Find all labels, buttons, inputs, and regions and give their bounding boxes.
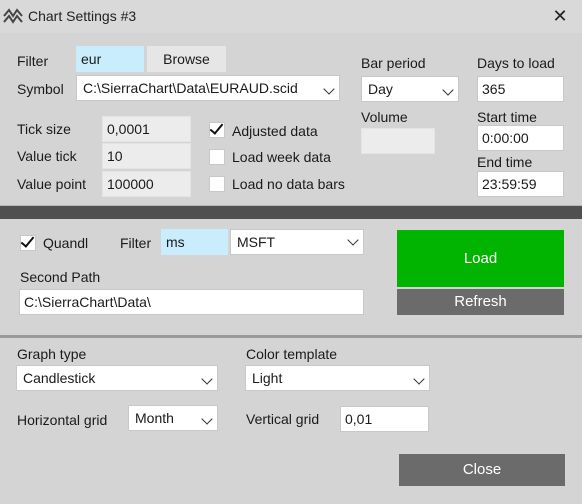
graph-type-label: Graph type bbox=[17, 346, 87, 362]
vertical-grid-input[interactable]: 0,01 bbox=[340, 406, 429, 432]
quandl-symbol-value: MSFT bbox=[237, 234, 276, 250]
load-button[interactable]: Load bbox=[397, 230, 564, 287]
load-no-data-bars-checkbox[interactable] bbox=[209, 176, 225, 192]
value-tick-input[interactable]: 10 bbox=[102, 143, 191, 169]
app-logo-icon bbox=[3, 8, 23, 24]
bar-period-select[interactable]: Day bbox=[361, 76, 459, 102]
adjusted-data-label: Adjusted data bbox=[232, 123, 318, 139]
quandl-symbol-select[interactable]: MSFT bbox=[230, 229, 364, 255]
window-title: Chart Settings #3 bbox=[28, 8, 137, 24]
color-template-label: Color template bbox=[246, 346, 338, 362]
days-to-load-label: Days to load bbox=[477, 55, 555, 71]
horizontal-grid-label: Horizontal grid bbox=[17, 412, 108, 428]
quandl-checkbox[interactable] bbox=[20, 233, 36, 251]
chevron-down-icon bbox=[347, 234, 359, 246]
second-path-input[interactable]: C:\SierraChart\Data\ bbox=[19, 289, 364, 315]
start-time-input[interactable]: 0:00:00 bbox=[477, 125, 564, 151]
symbol-select[interactable]: C:\SierraChart\Data\EURAUD.scid bbox=[76, 75, 340, 101]
volume-input[interactable] bbox=[361, 128, 435, 154]
second-path-label: Second Path bbox=[20, 269, 101, 285]
chevron-down-icon bbox=[201, 413, 213, 425]
end-time-input[interactable]: 23:59:59 bbox=[477, 171, 564, 197]
end-time-label: End time bbox=[477, 154, 533, 170]
bar-period-label: Bar period bbox=[361, 55, 426, 71]
filter-input[interactable]: eur bbox=[76, 46, 144, 72]
value-tick-label: Value tick bbox=[17, 148, 77, 164]
title-bar: Chart Settings #3 ✕ bbox=[0, 0, 582, 33]
close-button[interactable]: Close bbox=[399, 454, 565, 486]
value-point-label: Value point bbox=[17, 176, 87, 192]
start-time-label: Start time bbox=[477, 109, 537, 125]
checkmark-icon bbox=[20, 233, 35, 248]
checkmark-icon bbox=[209, 120, 224, 135]
quandl-filter-input[interactable]: ms bbox=[161, 229, 228, 255]
horizontal-grid-value: Month bbox=[135, 410, 174, 426]
color-template-value: Light bbox=[252, 370, 283, 386]
section-divider bbox=[0, 206, 582, 219]
value-point-input[interactable]: 100000 bbox=[102, 171, 191, 197]
quandl-label: Quandl bbox=[43, 235, 89, 251]
load-no-data-bars-label: Load no data bars bbox=[232, 176, 345, 192]
tick-size-label: Tick size bbox=[17, 121, 71, 137]
filter-label: Filter bbox=[17, 53, 49, 69]
vertical-grid-label: Vertical grid bbox=[246, 411, 320, 427]
horizontal-grid-select[interactable]: Month bbox=[128, 405, 218, 431]
chevron-down-icon bbox=[323, 83, 335, 95]
color-template-select[interactable]: Light bbox=[245, 365, 430, 391]
chevron-down-icon bbox=[413, 373, 425, 385]
chevron-down-icon bbox=[442, 84, 454, 96]
symbol-label: Symbol bbox=[17, 81, 64, 97]
graph-type-select[interactable]: Candlestick bbox=[16, 365, 218, 391]
tick-size-input[interactable]: 0,0001 bbox=[102, 116, 191, 142]
close-icon[interactable]: ✕ bbox=[548, 4, 572, 28]
chevron-down-icon bbox=[201, 373, 213, 385]
refresh-button[interactable]: Refresh bbox=[397, 289, 564, 315]
quandl-filter-label: Filter bbox=[120, 235, 152, 251]
load-week-data-label: Load week data bbox=[232, 149, 331, 165]
load-week-data-checkbox[interactable] bbox=[209, 149, 225, 165]
browse-button[interactable]: Browse bbox=[147, 46, 226, 72]
symbol-select-value: C:\SierraChart\Data\EURAUD.scid bbox=[83, 80, 298, 96]
volume-label: Volume bbox=[361, 109, 408, 125]
adjusted-data-checkbox[interactable] bbox=[209, 120, 225, 138]
days-to-load-input[interactable]: 365 bbox=[477, 76, 564, 102]
bar-period-value: Day bbox=[368, 81, 393, 97]
graph-type-value: Candlestick bbox=[23, 370, 96, 386]
